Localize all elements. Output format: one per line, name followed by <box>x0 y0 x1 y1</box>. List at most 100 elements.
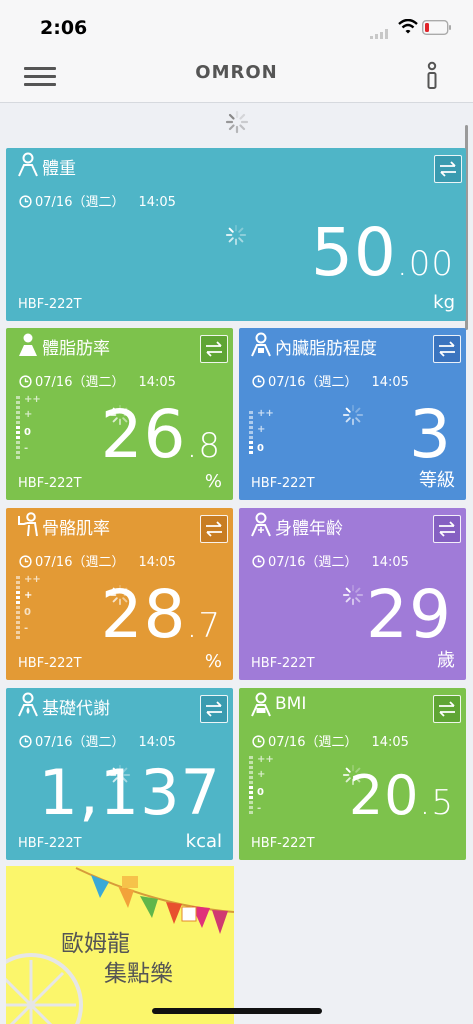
loading-spinner-icon <box>225 224 247 246</box>
person-icon <box>18 152 38 177</box>
status-bar: 2:06 <box>0 0 473 52</box>
card-title: 基礎代謝 <box>42 699 110 719</box>
wifi-icon <box>398 19 418 34</box>
clock-icon <box>19 555 32 568</box>
measure-value: 29 <box>366 576 452 653</box>
measure-datetime: 07/16（週二） 14:05 <box>19 551 176 570</box>
measure-datetime: 07/16（週二） 14:05 <box>252 371 409 390</box>
measure-date: 07/16（週二） <box>35 735 125 750</box>
body-fat-icon <box>19 333 37 356</box>
measure-value: 1,137 <box>38 756 221 829</box>
measure-time: 14:05 <box>138 735 176 750</box>
device-model: HBF-222T <box>18 836 82 851</box>
body-fat-card[interactable]: 體脂肪率 07/16（週二） 14:05 ++ + 0 - 26.8 HBF-22… <box>6 328 233 500</box>
switch-icon[interactable] <box>200 515 228 543</box>
gauge-label: + <box>24 409 33 420</box>
measure-datetime: 07/16（週二） 14:05 <box>252 731 409 750</box>
measure-date: 07/16（週二） <box>268 375 358 390</box>
gauge-label: ++ <box>257 408 274 419</box>
basal-metabolism-card[interactable]: 基礎代謝 07/16（週二） 14:05 1,137 HBF-222T kcal <box>6 688 233 860</box>
clock-icon <box>252 375 265 388</box>
info-icon[interactable] <box>420 60 444 92</box>
gauge-label-active: 0 <box>257 787 264 798</box>
switch-icon[interactable] <box>433 335 461 363</box>
measure-datetime: 07/16（週二） 14:05 <box>19 191 176 210</box>
battery-low-icon <box>422 20 451 35</box>
gauge-label: ++ <box>257 754 274 765</box>
measure-datetime: 07/16（週二） 14:05 <box>252 551 409 570</box>
loading-spinner-icon <box>342 584 364 606</box>
card-title: 體脂肪率 <box>42 339 110 359</box>
measure-unit: % <box>204 471 222 492</box>
level-gauge: ++ + 0 - <box>16 574 46 640</box>
gauge-label: ++ <box>24 574 41 585</box>
measure-date: 07/16（週二） <box>35 555 125 570</box>
gauge-label-active: 0 <box>24 427 31 438</box>
card-title: BMI <box>275 694 307 714</box>
omron-logo: OMRON <box>195 62 278 83</box>
measure-time: 14:05 <box>371 555 409 570</box>
skeletal-muscle-card[interactable]: 骨骼肌率 07/16（週二） 14:05 ++ + 0 - 28.7 HBF-22… <box>6 508 233 680</box>
status-time: 2:06 <box>40 17 88 39</box>
measure-unit: kcal <box>185 831 222 852</box>
measure-time: 14:05 <box>371 375 409 390</box>
card-title: 骨骼肌率 <box>42 519 110 539</box>
switch-icon[interactable] <box>433 515 461 543</box>
gauge-label-active: + <box>24 590 33 601</box>
device-model: HBF-222T <box>18 476 82 491</box>
measure-time: 14:05 <box>371 735 409 750</box>
citrus-slice-decoration <box>6 953 83 1024</box>
gauge-label: 0 <box>24 607 31 618</box>
visceral-fat-card[interactable]: 內臟脂肪程度 07/16（週二） 14:05 ++ + 0 3 HBF-222T … <box>239 328 466 500</box>
clock-icon <box>252 735 265 748</box>
switch-icon[interactable] <box>200 695 228 723</box>
measure-unit: 歲 <box>437 650 455 671</box>
gauge-label-active: 0 <box>257 443 264 454</box>
home-indicator[interactable] <box>152 1008 322 1014</box>
metabolism-icon <box>18 692 38 717</box>
points-promo-banner[interactable]: 歐姆龍 集點樂 <box>6 866 234 1024</box>
measure-value: 26.8 <box>100 396 221 473</box>
card-title: 內臟脂肪程度 <box>275 339 377 359</box>
body-age-card[interactable]: 身體年齡 07/16（週二） 14:05 29 HBF-222T 歲 <box>239 508 466 680</box>
measure-value: 20.5 <box>348 764 454 827</box>
switch-icon[interactable] <box>433 695 461 723</box>
muscle-icon <box>18 512 38 537</box>
level-gauge: ++ + 0 - <box>249 754 279 820</box>
measure-unit: kg <box>433 292 455 313</box>
measure-date: 07/16（週二） <box>268 555 358 570</box>
device-model: HBF-222T <box>251 656 315 671</box>
device-model: HBF-222T <box>251 836 315 851</box>
bmi-card[interactable]: BMI 07/16（週二） 14:05 ++ + 0 - 20.5 HBF-222… <box>239 688 466 860</box>
measure-datetime: 07/16（週二） 14:05 <box>19 731 176 750</box>
switch-icon[interactable] <box>434 155 462 183</box>
measure-time: 14:05 <box>138 555 176 570</box>
cellular-signal-icon <box>370 29 388 39</box>
gauge-label: + <box>257 769 266 780</box>
gauge-label: ++ <box>24 394 41 405</box>
measure-datetime: 07/16（週二） 14:05 <box>19 371 176 390</box>
measure-value: 28.7 <box>100 576 221 653</box>
promo-line-2: 集點樂 <box>104 961 173 987</box>
visceral-fat-icon <box>251 332 271 357</box>
measure-time: 14:05 <box>138 375 176 390</box>
measure-time: 14:05 <box>138 195 176 210</box>
weight-card[interactable]: 體重 07/16（週二） 14:05 50.00 HBF-222T kg <box>6 148 466 321</box>
nav-bar: OMRON <box>0 52 473 103</box>
level-gauge: ++ + 0 - <box>16 394 46 460</box>
device-model: HBF-222T <box>251 476 315 491</box>
gauge-label: - <box>24 443 29 454</box>
measure-date: 07/16（週二） <box>35 195 125 210</box>
switch-icon[interactable] <box>200 335 228 363</box>
body-age-icon <box>251 512 271 537</box>
gauge-label: - <box>257 803 262 814</box>
measure-unit: % <box>204 651 222 672</box>
gauge-label: + <box>257 424 266 435</box>
level-gauge: ++ + 0 <box>249 394 279 460</box>
loading-spinner-icon <box>225 110 249 134</box>
measure-value: 50.00 <box>310 214 454 291</box>
gauge-label: - <box>24 623 29 634</box>
measure-date: 07/16（週二） <box>35 375 125 390</box>
device-model: HBF-222T <box>18 297 82 312</box>
clock-icon <box>252 555 265 568</box>
